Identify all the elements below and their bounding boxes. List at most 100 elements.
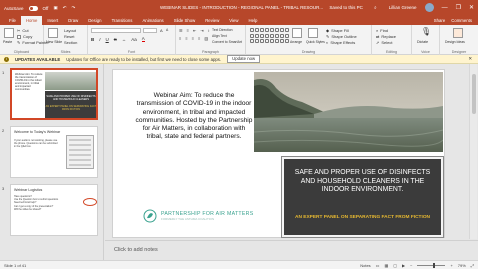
quick-styles-icon[interactable] xyxy=(308,28,318,38)
ribbon-tabs: File Home Insert Draw Design Transitions… xyxy=(0,16,478,25)
tab-animations[interactable]: Animations xyxy=(137,16,168,25)
section-button[interactable]: Section xyxy=(64,40,77,45)
close-window-button[interactable]: ✕ xyxy=(469,4,474,12)
shape-outline-button[interactable]: ✎ Shape Outline xyxy=(326,34,357,39)
comments-button[interactable]: Comments xyxy=(451,18,472,25)
cut-button[interactable]: ✂ Cut xyxy=(17,28,29,33)
microphone-icon[interactable]: 🎙 xyxy=(421,27,431,36)
shape-effects-button[interactable]: ◐ Shape Effects xyxy=(326,40,355,45)
align-right-icon[interactable]: ≡ xyxy=(192,36,194,41)
convert-smartart-button[interactable]: Convert to SmartArt xyxy=(212,40,242,44)
thumbnail-panel: SAFE AND PROPER USE OF DISINFECTS AND HO… xyxy=(45,91,96,118)
reset-button[interactable]: Reset xyxy=(64,34,74,39)
share-button[interactable]: Share xyxy=(434,18,445,25)
close-notification-icon[interactable]: ✕ xyxy=(468,56,472,62)
strikethrough-icon[interactable]: S xyxy=(114,37,117,42)
fit-slide-icon[interactable]: ⤢ xyxy=(471,263,474,268)
char-spacing-icon[interactable]: ↔ xyxy=(122,37,127,42)
justify-icon[interactable]: ≡ xyxy=(198,36,200,41)
tab-review[interactable]: Review xyxy=(200,16,224,25)
current-slide[interactable]: Webinar Aim: To reduce the transmission … xyxy=(112,69,445,238)
shape-fill-label: Shape Fill xyxy=(331,28,349,33)
change-case-icon[interactable]: Aa xyxy=(131,37,137,42)
font-color-icon[interactable]: A xyxy=(141,36,145,42)
normal-view-icon[interactable]: ▭ xyxy=(376,263,380,268)
restore-button[interactable]: ❐ xyxy=(456,4,461,12)
columns-icon[interactable]: ▥ xyxy=(204,36,208,41)
tab-insert[interactable]: Insert xyxy=(42,16,63,25)
tab-transitions[interactable]: Transitions xyxy=(107,16,138,25)
design-ideas-button[interactable]: Design Ideas xyxy=(445,40,465,44)
search-icon[interactable]: ⌕ xyxy=(374,5,377,10)
redo-icon[interactable]: ↷ xyxy=(71,5,75,11)
decrease-indent-icon[interactable]: ⇤ xyxy=(193,28,196,33)
quick-styles-button[interactable]: Quick Styles xyxy=(306,40,325,44)
title-panel[interactable]: SAFE AND PROPER USE OF DISINFECTS AND HO… xyxy=(281,156,444,238)
tab-home[interactable]: Home xyxy=(20,16,43,25)
notes-pane[interactable]: Click to add notes xyxy=(105,240,478,260)
select-button[interactable]: ➚ Select xyxy=(376,40,392,45)
tab-design[interactable]: Design xyxy=(83,16,106,25)
zoom-level[interactable]: 79% xyxy=(458,263,466,268)
design-ideas-icon[interactable] xyxy=(453,28,463,38)
zoom-slider[interactable] xyxy=(417,263,446,268)
replace-button[interactable]: ⇄ Replace xyxy=(376,34,396,39)
slide-thumbnail-3[interactable]: Webinar Logistics Have questions? Use th… xyxy=(10,184,98,236)
find-button[interactable]: ⌕ Find xyxy=(376,28,388,33)
new-slide-icon[interactable] xyxy=(48,28,58,38)
paste-button[interactable]: Paste xyxy=(3,40,12,44)
numbering-icon[interactable]: ≡ xyxy=(187,28,189,33)
align-left-icon[interactable]: ≡ xyxy=(179,36,181,41)
tab-file[interactable]: File xyxy=(4,16,21,25)
grow-font-icon[interactable]: A xyxy=(160,28,163,33)
minimize-button[interactable]: — xyxy=(442,4,448,12)
paste-icon[interactable] xyxy=(4,28,14,38)
bullets-icon[interactable]: ☰ xyxy=(179,28,183,33)
layout-button[interactable]: Layout xyxy=(64,28,76,33)
italic-icon[interactable]: I xyxy=(99,37,100,42)
arrange-button[interactable]: Arrange xyxy=(290,40,302,44)
slide-sorter-icon[interactable]: ▦ xyxy=(384,263,388,268)
landscape-photo[interactable] xyxy=(254,72,443,152)
thumbnail-highlight-circle xyxy=(83,198,97,206)
text-direction-button[interactable]: Text Direction xyxy=(212,28,233,32)
thumbnail-photo xyxy=(45,72,96,90)
font-size-field[interactable] xyxy=(143,28,157,33)
new-slide-button[interactable]: New Slide xyxy=(46,40,62,44)
zoom-in-icon[interactable]: + xyxy=(450,263,452,268)
arrange-icon[interactable] xyxy=(292,28,302,38)
autosave-toggle[interactable] xyxy=(28,5,38,11)
tab-draw[interactable]: Draw xyxy=(63,16,83,25)
notes-button[interactable]: Notes xyxy=(360,263,370,268)
update-now-button[interactable]: Update now xyxy=(227,55,261,63)
avatar[interactable] xyxy=(424,3,434,12)
underline-icon[interactable]: U xyxy=(106,37,109,42)
undo-icon[interactable]: ↶ xyxy=(63,5,67,11)
align-center-icon[interactable]: ≡ xyxy=(185,36,187,41)
shapes-gallery[interactable] xyxy=(250,28,289,44)
copy-button[interactable]: Copy xyxy=(17,34,32,39)
dictate-button[interactable]: Dictate xyxy=(417,40,428,44)
thumbnail-number: 2 xyxy=(2,128,5,133)
tab-slide-show[interactable]: Slide Show xyxy=(169,16,201,25)
slide-thumbnail-2[interactable]: Welcome to Today's Webinar If your audio… xyxy=(10,126,98,178)
scrollbar-thumb[interactable] xyxy=(472,74,476,114)
shrink-font-icon[interactable]: A xyxy=(166,28,168,32)
bold-icon[interactable]: B xyxy=(91,37,94,42)
webinar-aim-text[interactable]: Webinar Aim: To reduce the transmission … xyxy=(135,92,253,142)
shape-fill-button[interactable]: ◆ Shape Fill xyxy=(326,28,349,33)
slideshow-icon[interactable]: ▶ xyxy=(402,263,405,268)
save-icon[interactable]: ▣ xyxy=(53,5,57,11)
notes-placeholder[interactable]: Click to add notes xyxy=(114,247,158,253)
vertical-scrollbar[interactable] xyxy=(469,64,477,239)
slide-thumbnail-1[interactable]: Webinar Aim: To reduce the transmission … xyxy=(10,68,98,120)
increase-indent-icon[interactable]: ⇥ xyxy=(200,28,203,33)
line-spacing-icon[interactable]: ↕ xyxy=(208,28,210,33)
scissors-icon: ✂ xyxy=(17,28,21,33)
align-text-button[interactable]: Align Text xyxy=(212,34,227,38)
reading-view-icon[interactable]: ▢ xyxy=(393,263,397,268)
tab-help[interactable]: Help xyxy=(244,16,263,25)
zoom-out-icon[interactable]: − xyxy=(410,263,412,268)
tab-view[interactable]: View xyxy=(224,16,243,25)
font-name-field[interactable] xyxy=(91,28,141,33)
